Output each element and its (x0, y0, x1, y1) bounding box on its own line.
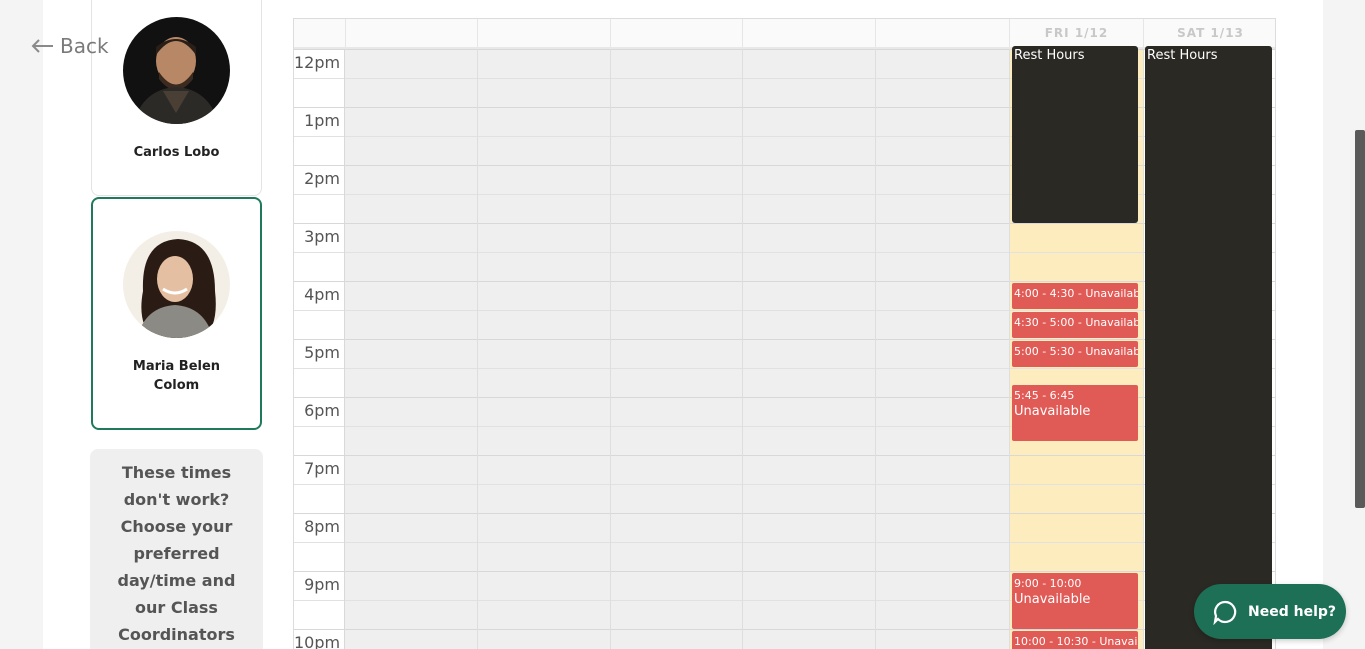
event-unavailable[interactable]: 9:00 - 10:00 Unavailable (1012, 573, 1138, 629)
time-label: 1pm (294, 111, 344, 131)
avatar (123, 17, 230, 124)
event-rest-hours-sat[interactable]: Rest Hours (1145, 46, 1272, 649)
past-days-area (345, 49, 1009, 649)
time-label: 3pm (294, 227, 344, 247)
time-label: 5pm (294, 343, 344, 363)
event-time: 9:00 - 10:00 (1014, 577, 1082, 590)
need-help-label: Need help? (1248, 603, 1337, 620)
avatar (123, 231, 230, 338)
back-link[interactable]: Back (30, 33, 109, 59)
calendar-week-view: FRI 1/12 SAT 1/13 12pm 1pm 2pm 3pm 4pm 5… (293, 18, 1276, 649)
event-label: 5:00 - 5:30 - Unavailable (1014, 345, 1138, 358)
event-time: 5:45 - 6:45 (1014, 389, 1075, 402)
back-label: Back (60, 34, 109, 58)
event-title: Rest Hours (1014, 48, 1085, 63)
event-unavailable[interactable]: 4:00 - 4:30 - Unavailable (1012, 283, 1138, 309)
event-label: 10:00 - 10:30 - Unavailable (1014, 635, 1138, 648)
day-header-fri: FRI 1/12 (1009, 19, 1143, 47)
page-scrollbar[interactable] (1355, 130, 1365, 508)
event-label: 4:30 - 5:00 - Unavailable (1014, 316, 1138, 329)
time-label: 9pm (294, 575, 344, 595)
need-help-button[interactable]: Need help? (1194, 584, 1346, 639)
times-dont-work-text: These times don't work? Choose your pref… (117, 463, 236, 644)
event-title: Unavailable (1014, 404, 1091, 419)
day-header (345, 19, 477, 47)
coach-name: Maria Belen Colom (132, 359, 221, 393)
times-dont-work-box[interactable]: These times don't work? Choose your pref… (90, 449, 263, 649)
event-unavailable[interactable]: 5:00 - 5:30 - Unavailable (1012, 341, 1138, 367)
time-label: 10pm (294, 633, 344, 649)
coach-card-carlos[interactable]: Carlos Lobo (91, 0, 262, 196)
time-label: 8pm (294, 517, 344, 537)
day-header (477, 19, 610, 47)
chat-bubble-icon (1213, 600, 1237, 625)
day-header (610, 19, 742, 47)
event-title: Unavailable (1014, 592, 1091, 607)
time-label: 6pm (294, 401, 344, 421)
day-header-sat: SAT 1/13 (1143, 19, 1275, 47)
event-title: Rest Hours (1147, 48, 1218, 63)
event-rest-hours-fri[interactable]: Rest Hours (1012, 46, 1138, 223)
event-unavailable[interactable]: 4:30 - 5:00 - Unavailable (1012, 312, 1138, 338)
time-label: 7pm (294, 459, 344, 479)
day-header (875, 19, 1009, 47)
event-unavailable[interactable]: 10:00 - 10:30 - Unavailable (1012, 631, 1138, 649)
time-label: 2pm (294, 169, 344, 189)
time-label: 12pm (294, 53, 344, 73)
time-label: 4pm (294, 285, 344, 305)
event-unavailable[interactable]: 5:45 - 6:45 Unavailable (1012, 385, 1138, 441)
coach-card-maria[interactable]: Maria Belen Colom (91, 197, 262, 430)
arrow-left-icon (31, 39, 53, 53)
event-label: 4:00 - 4:30 - Unavailable (1014, 287, 1138, 300)
day-header (742, 19, 875, 47)
coach-name: Carlos Lobo (133, 145, 220, 160)
